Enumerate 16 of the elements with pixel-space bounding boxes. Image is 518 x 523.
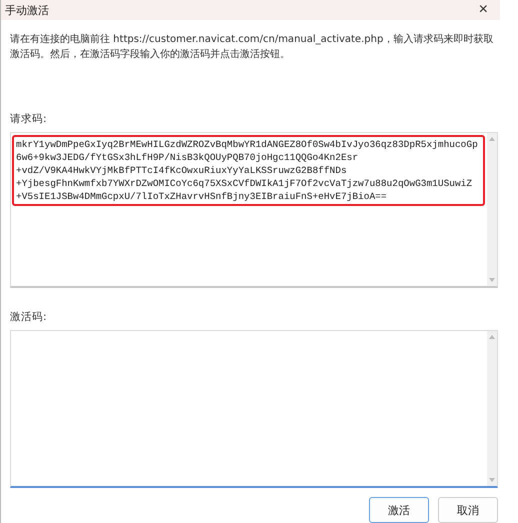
request-code-label: 请求码: xyxy=(10,112,48,126)
request-code-line: +YjbesgFhnKwmfxb7YWXrDZwOMICoYc6q75XSxCVfDWIkA1jF7Of2vcVaTjzw7u88u2qOwG3m1USuwiZ xyxy=(16,177,474,190)
request-code-line: mkrY1ywDmPpeGxIyq2BrMEwHILGzdWZROZvBqMbwYR1dANGEZ8Of0Sw4bIvJyo36qz83DpR5xjmhucoGp xyxy=(16,138,479,151)
activation-code-label: 激活码: xyxy=(10,310,48,324)
request-code-line: +vdZ/V9KA4HwkVYjMkBfPTTcI4fKcOwxuRiuxYyYaLKSSruwzG2B8ffNDs xyxy=(16,164,348,177)
activation-code-field[interactable] xyxy=(10,330,498,488)
close-button[interactable]: × xyxy=(478,2,488,18)
request-code-line: 6w6+9kw3JEDG/fYtGSx3hLfH9P/NisB3kQOUyPQB70joHgc11QQGo4Kn2Esr xyxy=(16,151,360,164)
window-title: 手动激活 xyxy=(5,2,49,18)
request-code-line: +V5sIE1JSBw4DMmGcpxU/7lIoTxZHavrvHSnfBjny3EIBraiuFnS+eHvE7jBioA== xyxy=(16,190,388,203)
instructions-text: 请在有连接的电脑前往 https://customer.navicat.com/cn/manual_activate.php，输入请求码来即时获取激活码。然后，在激活码字段输入你的激活码并点击激活按钮。 xyxy=(10,32,494,62)
request-code-field[interactable] xyxy=(10,132,498,288)
scrollbar[interactable] xyxy=(487,331,497,486)
scrollbar[interactable] xyxy=(487,133,497,286)
activate-button[interactable]: 激活 xyxy=(369,497,429,523)
cancel-button[interactable]: 取消 xyxy=(438,497,498,523)
